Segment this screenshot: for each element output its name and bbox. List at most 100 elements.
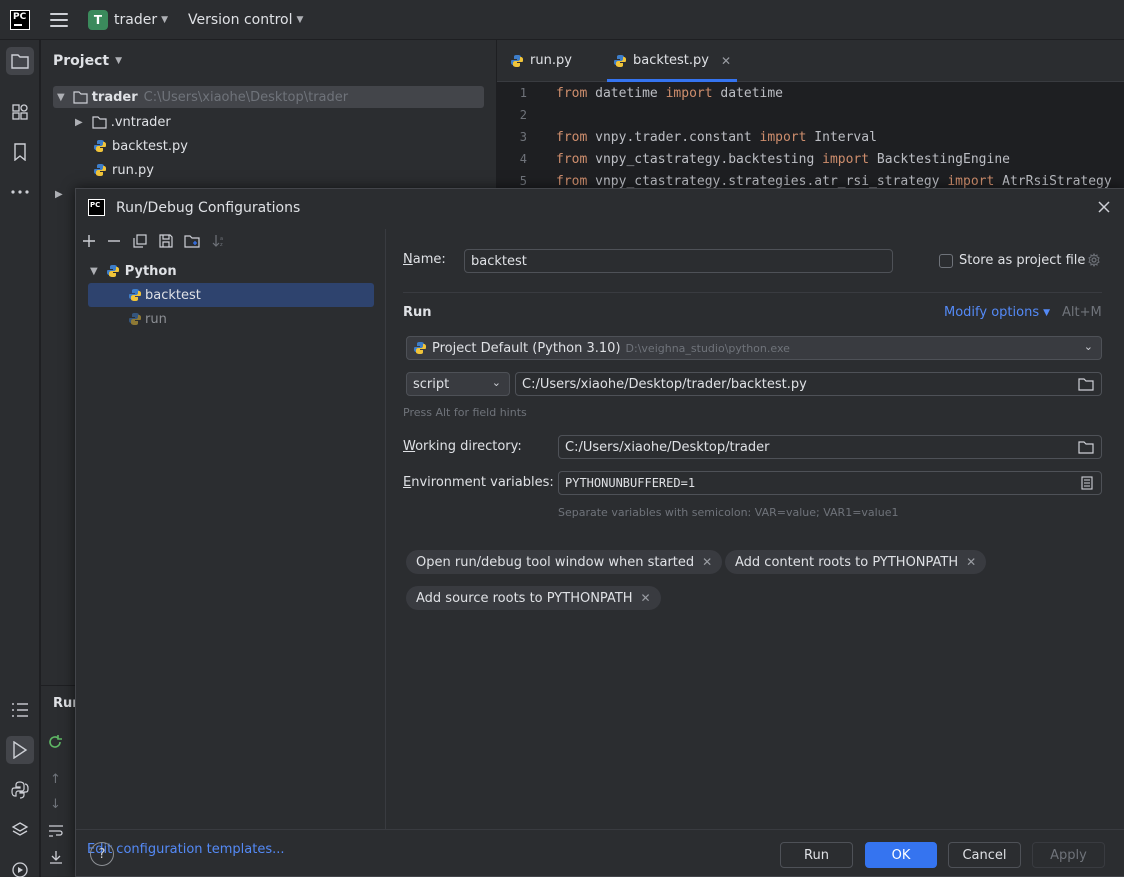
line-number: 3 <box>519 130 527 144</box>
bookmark-icon[interactable] <box>6 138 34 166</box>
rerun-icon[interactable] <box>47 734 63 754</box>
chevron-down-icon: ⌄ <box>491 376 501 389</box>
version-control-menu[interactable]: Version control ▼ <box>188 12 303 28</box>
browse-folder-icon[interactable] <box>1078 377 1094 391</box>
remove-option-icon[interactable]: ✕ <box>641 591 651 605</box>
code-text: from vnpy_ctastrategy.strategies.atr_rsi… <box>556 173 1112 189</box>
working-directory-label: Working directory: <box>403 439 522 454</box>
interpreter-select[interactable]: Project Default (Python 3.10) D:\veighna… <box>406 336 1102 360</box>
folder-icon <box>73 90 88 104</box>
python-console-icon[interactable] <box>6 776 34 804</box>
save-icon[interactable] <box>158 233 174 249</box>
code-line[interactable]: 1 from datetime import datetime <box>497 82 783 104</box>
chevron-down-icon: ▼ <box>115 56 122 66</box>
code-line[interactable]: 3 from vnpy.trader.constant import Interv… <box>497 126 877 148</box>
dialog-footer: ? Run OK Cancel Apply <box>76 829 1124 877</box>
arrow-up-icon[interactable]: ↑ <box>50 772 61 787</box>
run-debug-configurations-dialog: PC Run/Debug Configurations az ▼ Python … <box>75 188 1124 877</box>
ok-button[interactable]: OK <box>865 842 937 868</box>
edit-env-vars-icon[interactable] <box>1081 476 1093 490</box>
todo-list-icon[interactable] <box>6 696 34 724</box>
chevron-down-icon: ⌄ <box>1083 340 1093 353</box>
layers-icon[interactable] <box>6 816 34 844</box>
tree-external-libraries-collapsed[interactable]: ▶ <box>55 183 63 205</box>
soft-wrap-icon[interactable] <box>48 824 64 842</box>
configuration-settings-pane: Name: backtest Store as project file Run… <box>387 229 1124 829</box>
project-badge: T <box>88 9 108 30</box>
tab-run-py[interactable]: run.py <box>510 40 572 81</box>
interpreter-path: D:\veighna_studio\python.exe <box>625 341 790 355</box>
store-as-project-file-label: Store as project file <box>959 253 1086 268</box>
arrow-down-icon[interactable]: ↓ <box>50 797 61 812</box>
structure-icon[interactable] <box>6 98 34 126</box>
modify-options-link[interactable]: Modify options ▼ Alt+M <box>944 305 1102 320</box>
python-icon <box>106 265 119 277</box>
config-group-python[interactable]: ▼ Python <box>90 259 177 283</box>
copy-icon[interactable] <box>132 233 148 249</box>
line-number: 2 <box>519 108 527 122</box>
run-tool-icon[interactable] <box>6 736 34 764</box>
code-text: from vnpy_ctastrategy.backtesting import… <box>556 151 1010 167</box>
config-item-backtest[interactable]: backtest <box>88 283 374 307</box>
chevron-down-icon: ▼ <box>1043 307 1051 318</box>
new-folder-icon[interactable] <box>184 233 200 249</box>
python-icon <box>414 342 426 354</box>
code-text: from datetime import datetime <box>556 85 784 101</box>
name-input[interactable]: backtest <box>464 249 893 273</box>
option-chip-source-roots[interactable]: Add source roots to PYTHONPATH ✕ <box>406 586 661 610</box>
more-tools-icon[interactable] <box>6 178 34 206</box>
run-button[interactable]: Run <box>780 842 853 868</box>
main-menu-icon[interactable] <box>50 12 68 27</box>
separator <box>403 292 1102 293</box>
project-tool-icon[interactable] <box>6 47 34 75</box>
tree-item-backtest-py[interactable]: backtest.py <box>93 135 188 157</box>
option-chip-content-roots[interactable]: Add content roots to PYTHONPATH ✕ <box>725 550 987 574</box>
remove-option-icon[interactable]: ✕ <box>702 555 712 569</box>
tree-item-vntrader[interactable]: ▶ .vntrader <box>75 111 171 133</box>
help-button[interactable]: ? <box>90 842 114 866</box>
code-line[interactable]: 2 <box>497 104 556 126</box>
code-text: from vnpy.trader.constant import Interva… <box>556 129 877 145</box>
config-item-run[interactable]: run <box>128 307 167 331</box>
line-number: 1 <box>519 86 527 100</box>
settings-gear-icon[interactable] <box>1087 252 1101 271</box>
pycharm-logo: PC <box>10 9 30 30</box>
working-directory-input[interactable]: C:/Users/xiaohe/Desktop/trader <box>558 435 1102 459</box>
add-icon[interactable] <box>81 233 97 249</box>
script-type-select[interactable]: script ⌄ <box>406 372 510 396</box>
root-folder-path: C:\Users\xiaohe\Desktop\trader <box>143 89 349 105</box>
remove-icon[interactable] <box>106 233 122 249</box>
pycharm-logo: PC <box>88 199 105 216</box>
scroll-to-end-icon[interactable] <box>48 850 64 868</box>
option-chip-open-tool-window[interactable]: Open run/debug tool window when started ✕ <box>406 550 723 574</box>
code-editor: run.py backtest.py ✕ 1 from datetime impo… <box>497 40 1124 200</box>
tab-backtest-py[interactable]: backtest.py ✕ <box>607 40 737 82</box>
close-tab-icon[interactable]: ✕ <box>721 54 731 68</box>
chevron-down-icon: ▼ <box>90 265 98 277</box>
tree-root-trader[interactable]: ▼ trader C:\Users\xiaohe\Desktop\trader <box>53 86 484 108</box>
title-bar: PC T trader ▼ Version control ▼ <box>0 0 1124 40</box>
environment-variables-hint: Separate variables with semicolon: VAR=v… <box>558 506 899 519</box>
cancel-button[interactable]: Cancel <box>948 842 1021 868</box>
store-as-project-file-checkbox[interactable] <box>939 254 953 268</box>
apply-button[interactable]: Apply <box>1032 842 1105 868</box>
python-config-icon <box>129 313 141 325</box>
sort-icon[interactable]: az <box>211 233 227 249</box>
services-icon[interactable] <box>6 856 34 877</box>
python-file-icon <box>94 164 106 176</box>
chevron-right-icon: ▶ <box>75 116 83 128</box>
name-label: Name: <box>403 252 446 267</box>
browse-folder-icon[interactable] <box>1078 440 1094 454</box>
code-line[interactable]: 4 from vnpy_ctastrategy.backtesting impor… <box>497 148 1010 170</box>
project-panel-title[interactable]: Project ▼ <box>53 53 122 69</box>
python-file-icon <box>94 140 106 152</box>
environment-variables-input[interactable]: PYTHONUNBUFFERED=1 <box>558 471 1102 495</box>
tree-item-run-py[interactable]: run.py <box>93 159 154 181</box>
line-number: 4 <box>519 152 527 166</box>
remove-option-icon[interactable]: ✕ <box>966 555 976 569</box>
project-selector[interactable]: trader ▼ <box>114 12 168 28</box>
close-icon[interactable] <box>1096 199 1112 215</box>
project-name: trader <box>114 11 158 28</box>
chevron-down-icon: ▼ <box>57 91 65 103</box>
script-path-input[interactable]: C:/Users/xiaohe/Desktop/trader/backtest.… <box>515 372 1102 396</box>
